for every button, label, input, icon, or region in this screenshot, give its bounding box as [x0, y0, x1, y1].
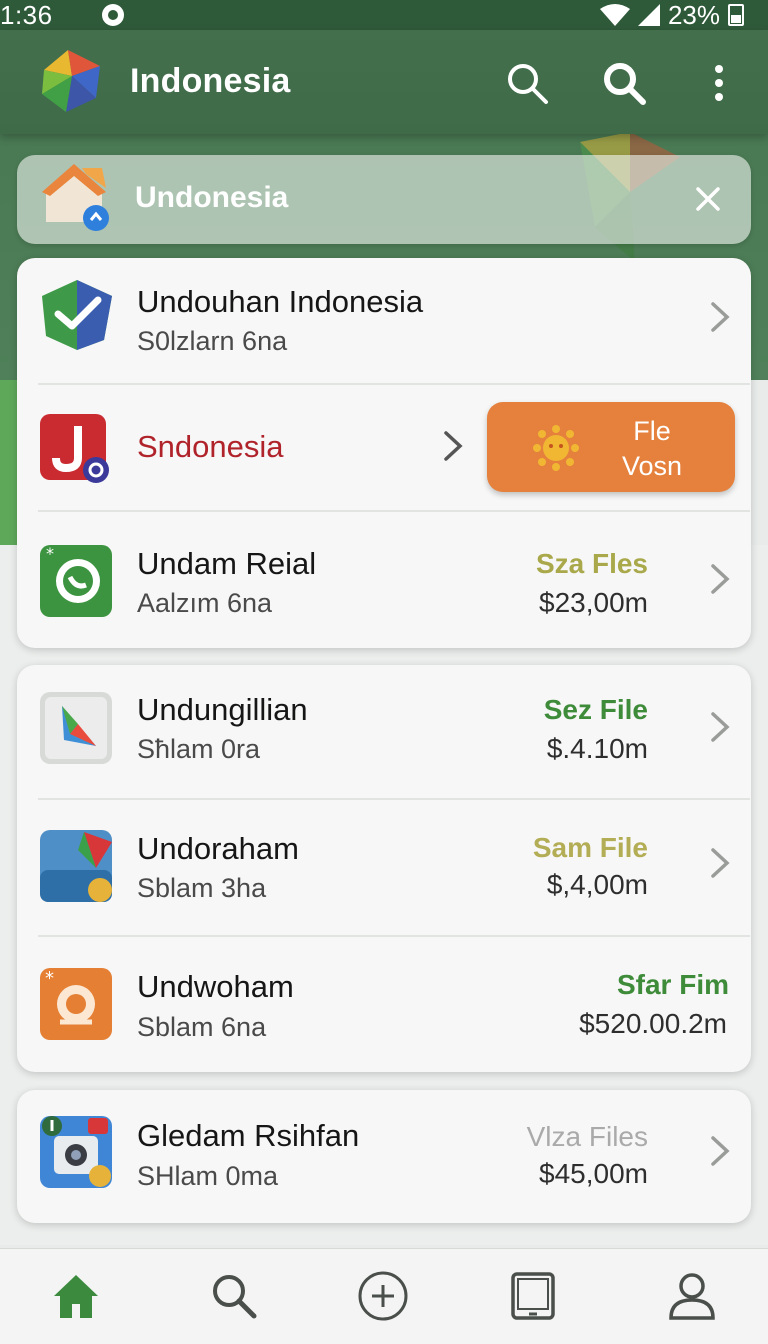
tablet-icon — [511, 1272, 555, 1320]
file-size-label: Sfar Fim — [616, 969, 729, 1000]
svg-text:*: * — [45, 968, 54, 989]
search-icon — [213, 1275, 257, 1319]
list-item-subtitle: SHlam 0ma — [137, 1161, 279, 1191]
orange-app-icon: * — [40, 968, 112, 1040]
price-label: $520.00.2m — [579, 1008, 727, 1039]
battery-percent: 23% — [667, 0, 720, 30]
camera-app-icon — [40, 1116, 112, 1188]
file-version-button-label: Fle Vosn — [620, 414, 684, 484]
whatsapp-style-icon: * — [40, 544, 112, 617]
price-label: $45,00m — [539, 1158, 648, 1189]
search-icon — [508, 64, 548, 104]
nav-profile[interactable] — [666, 1270, 718, 1322]
list-item[interactable] — [17, 800, 751, 935]
search-button[interactable] — [504, 60, 550, 106]
price-label: $23,00m — [539, 587, 648, 618]
list-item-subtitle: Sħlam 0ra — [137, 734, 261, 764]
button-line-1: Fle — [633, 416, 671, 446]
price-label: $,4,00m — [546, 869, 648, 900]
list-item[interactable] — [17, 258, 751, 384]
svg-text:*: * — [46, 544, 54, 563]
nav-tablet[interactable] — [507, 1270, 559, 1322]
wifi-icon — [599, 4, 630, 26]
home-icon — [54, 1275, 98, 1318]
search-chip[interactable] — [17, 155, 751, 244]
file-size-label: Sza Fles — [535, 548, 648, 579]
list-item-subtitle: Sblam 3ha — [137, 873, 267, 903]
signal-icon — [637, 4, 660, 26]
profile-icon — [669, 1273, 715, 1320]
battery-icon — [728, 4, 744, 26]
kite-beach-icon — [40, 830, 112, 902]
nav-add[interactable] — [357, 1270, 409, 1322]
notification-icon — [102, 4, 124, 26]
search-chip-label: Undonesia — [135, 181, 289, 214]
list-item-title: Gledam Rsihfan — [137, 1118, 360, 1153]
chevron-right-icon — [711, 712, 730, 742]
list-item[interactable] — [17, 665, 751, 799]
price-label: $.4.10m — [546, 733, 648, 764]
file-version-button[interactable] — [487, 402, 735, 492]
list-item-title: Undam Reial — [137, 546, 317, 581]
list-item[interactable] — [17, 1090, 751, 1223]
house-app-icon — [42, 164, 109, 231]
close-icon[interactable] — [692, 183, 724, 215]
nav-search[interactable] — [208, 1270, 260, 1322]
file-size-label: Vlza Files — [526, 1121, 648, 1152]
list-item[interactable] — [17, 512, 751, 648]
chevron-right-icon — [444, 431, 463, 461]
list-item-title: Sndonesia — [137, 429, 284, 464]
search-bold-icon — [604, 63, 646, 105]
more-vertical-icon — [715, 65, 723, 101]
app-bar: Indonesia — [0, 30, 768, 134]
app-logo-icon — [42, 50, 100, 112]
list-item[interactable] — [17, 937, 751, 1072]
chevron-right-icon — [711, 564, 730, 594]
file-size-label: Sam File — [532, 832, 648, 863]
chevron-right-icon — [711, 848, 730, 878]
shield-check-icon — [42, 280, 112, 350]
list-item-subtitle: Sblam 6na — [137, 1012, 267, 1042]
search-filled-button[interactable] — [601, 60, 647, 106]
list-item-title: Undungillian — [137, 692, 308, 727]
list-item-title: Undwoham — [137, 969, 294, 1004]
add-icon — [358, 1271, 408, 1321]
list-item-title: Undoraham — [137, 831, 299, 866]
play-store-icon — [40, 692, 112, 764]
app-title: Indonesia — [130, 62, 291, 100]
list-item-title: Undouhan Indonesia — [137, 284, 424, 319]
status-time: 1:36 — [0, 0, 53, 30]
overflow-menu-button[interactable] — [696, 60, 742, 106]
red-app-icon — [40, 414, 109, 483]
list-item-subtitle: Aalzım 6na — [137, 588, 273, 618]
status-bar: 1:36 23% — [0, 0, 768, 30]
chevron-right-icon — [711, 1136, 730, 1166]
file-size-label: Sez File — [543, 694, 648, 725]
button-line-2: Vosn — [621, 451, 683, 481]
chevron-right-icon — [711, 302, 730, 332]
nav-home[interactable] — [50, 1270, 102, 1322]
list-item-subtitle: S0lzlarn 6na — [137, 326, 288, 356]
sun-icon — [533, 425, 579, 471]
